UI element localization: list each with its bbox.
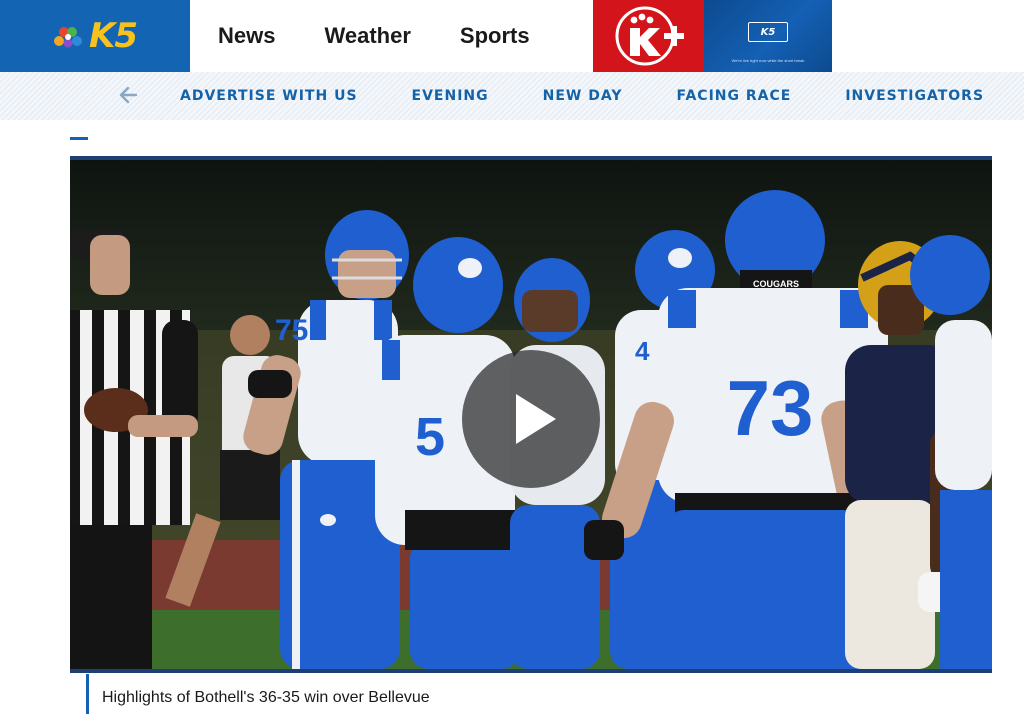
kplus-logo[interactable]: [593, 0, 704, 72]
section-nav-investigators[interactable]: INVESTIGATORS: [845, 88, 984, 104]
video-caption[interactable]: Highlights of Bothell's 36-35 win over B…: [102, 689, 430, 707]
jersey-number-4: 4: [635, 336, 650, 366]
jersey-number-75: 75: [275, 314, 308, 347]
nav-weather[interactable]: Weather: [324, 23, 410, 49]
nav-news[interactable]: News: [218, 23, 275, 49]
section-nav-facing-race[interactable]: FACING RACE: [677, 88, 792, 104]
promo-caption: We're live right now while the short bre…: [731, 58, 805, 63]
section-nav-advertise[interactable]: ADVERTISE WITH US: [180, 88, 358, 104]
logo-text: K5: [88, 16, 138, 56]
promo-banner[interactable]: K5 We're live right now while the short …: [704, 0, 832, 72]
section-nav: ADVERTISE WITH US EVENING NEW DAY FACING…: [0, 72, 1024, 120]
jersey-number-73: 73: [727, 364, 814, 452]
main-nav: News Weather Sports: [218, 0, 579, 72]
caption-accent-bar: [86, 674, 89, 714]
logo-lockup: K5: [53, 16, 138, 56]
promo-badge: K5: [748, 22, 788, 42]
nav-sports[interactable]: Sports: [460, 23, 530, 49]
k5-logo[interactable]: K5: [0, 0, 190, 72]
peacock-icon: [53, 27, 82, 48]
kplus-icon: [615, 6, 684, 66]
play-icon: [516, 394, 556, 444]
video-player[interactable]: 75 5 4 COUGARS 73: [70, 156, 992, 673]
jersey-number-5: 5: [415, 407, 445, 467]
site-header: K5 News Weather Sports K5 We're live rig…: [0, 0, 1024, 72]
helmet-name: COUGARS: [753, 279, 799, 289]
section-nav-new-day[interactable]: NEW DAY: [543, 88, 623, 104]
arrow-left-icon[interactable]: [118, 85, 138, 105]
section-nav-evening[interactable]: EVENING: [412, 88, 489, 104]
section-accent-dash: [70, 137, 88, 140]
play-button[interactable]: [462, 350, 600, 488]
section-nav-items: ADVERTISE WITH US EVENING NEW DAY FACING…: [180, 72, 1024, 120]
